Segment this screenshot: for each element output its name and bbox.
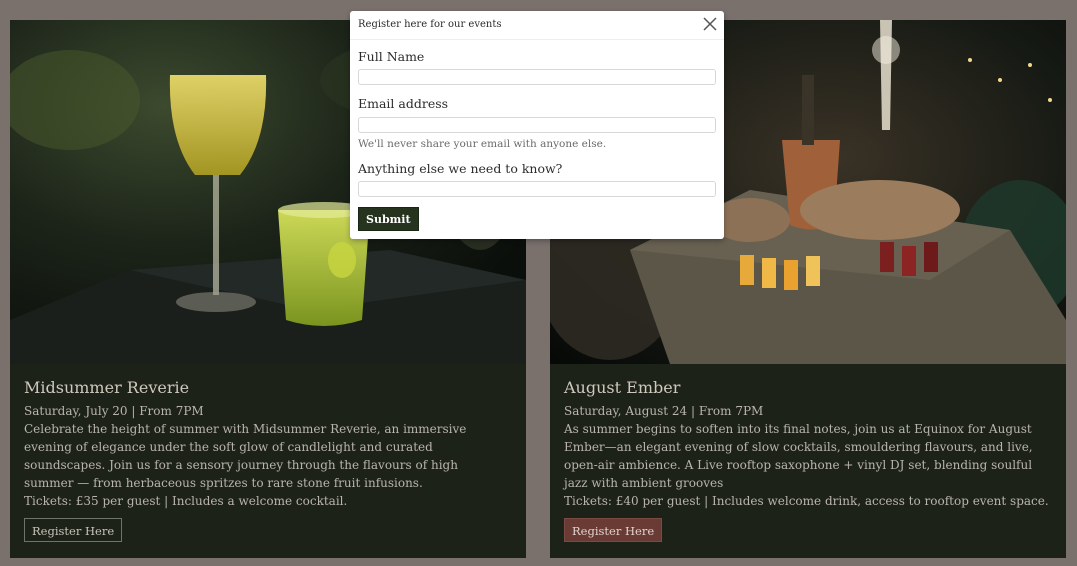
modal-header: Register here for our events <box>350 11 724 40</box>
event-details: Midsummer Reverie Saturday, July 20 | Fr… <box>24 378 509 510</box>
register-button-midsummer[interactable]: Register Here <box>24 518 123 542</box>
event-description: As summer begins to soften into its fina… <box>564 422 1033 490</box>
email-input[interactable] <box>358 117 716 133</box>
event-tickets: Tickets: £35 per guest | Includes a welc… <box>24 494 348 508</box>
event-description: Celebrate the height of summer with Mids… <box>24 422 467 490</box>
event-date: Saturday, August 24 | From 7PM <box>564 404 764 418</box>
submit-button[interactable]: Submit <box>358 207 419 231</box>
event-date: Saturday, July 20 | From 7PM <box>24 404 204 418</box>
register-button-august-ember[interactable]: Register Here <box>564 518 663 542</box>
event-details: August Ember Saturday, August 24 | From … <box>564 378 1049 510</box>
notes-label: Anything else we need to know? <box>358 161 563 176</box>
modal-title: Register here for our events <box>358 19 502 30</box>
event-title: August Ember <box>564 378 681 397</box>
event-tickets: Tickets: £40 per guest | Includes welcom… <box>564 494 1049 508</box>
full-name-input[interactable] <box>358 69 716 85</box>
close-icon[interactable] <box>702 16 718 32</box>
event-title: Midsummer Reverie <box>24 378 190 397</box>
email-label: Email address <box>358 96 449 111</box>
registration-modal: Register here for our events Full Name E… <box>350 11 724 239</box>
notes-input[interactable] <box>358 181 716 197</box>
full-name-label: Full Name <box>358 49 425 64</box>
email-help-text: We'll never share your email with anyone… <box>358 138 607 150</box>
